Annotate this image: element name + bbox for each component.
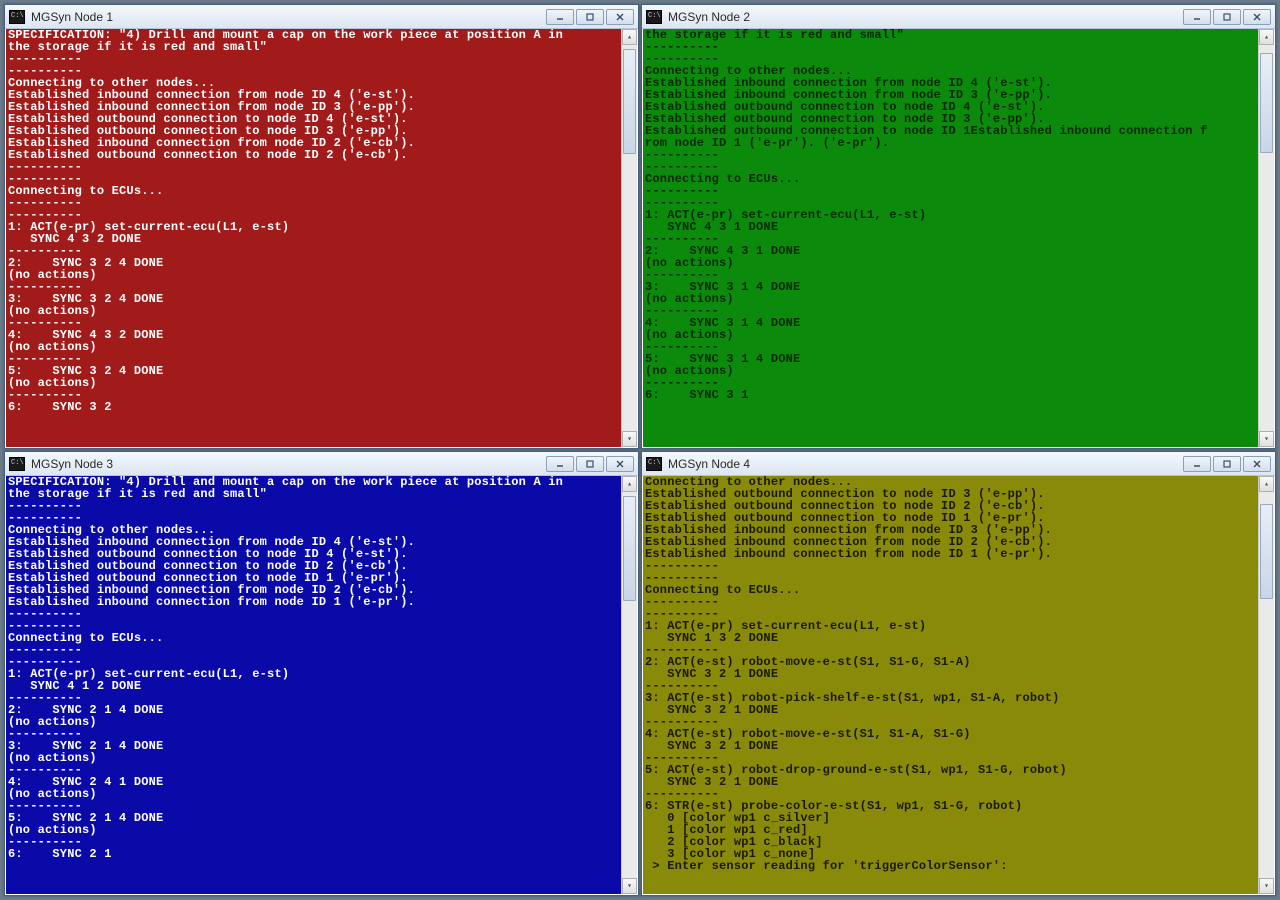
scroll-down-button[interactable]: ▾	[622, 431, 637, 447]
titlebar-node3[interactable]: MGSyn Node 3	[5, 452, 638, 476]
scroll-thumb[interactable]	[623, 496, 636, 601]
maximize-button[interactable]	[576, 456, 604, 472]
scroll-up-button[interactable]: ▴	[622, 29, 637, 45]
scroll-thumb[interactable]	[1260, 504, 1273, 599]
scroll-up-button[interactable]: ▴	[1259, 476, 1274, 492]
scrollbar[interactable]: ▴ ▾	[621, 29, 637, 447]
cmd-icon	[9, 10, 25, 24]
scrollbar[interactable]: ▴ ▾	[621, 476, 637, 894]
window-title: MGSyn Node 4	[668, 457, 1183, 471]
minimize-button[interactable]	[546, 456, 574, 472]
minimize-button[interactable]	[1183, 9, 1211, 25]
scroll-down-button[interactable]: ▾	[622, 878, 637, 894]
maximize-button[interactable]	[1213, 9, 1241, 25]
console-output: Connecting to other nodes... Established…	[643, 476, 1258, 894]
scroll-track[interactable]	[622, 492, 637, 878]
scroll-thumb[interactable]	[623, 49, 636, 154]
scroll-down-button[interactable]: ▾	[1259, 431, 1274, 447]
scroll-down-button[interactable]: ▾	[1259, 878, 1274, 894]
console-output: SPECIFICATION: "4) Drill and mount a cap…	[6, 476, 621, 894]
console-node4: Connecting to other nodes... Established…	[642, 476, 1275, 895]
maximize-button[interactable]	[576, 9, 604, 25]
window-controls	[1183, 456, 1271, 472]
scroll-up-button[interactable]: ▴	[1259, 29, 1274, 45]
cmd-icon	[646, 10, 662, 24]
console-node1: SPECIFICATION: "4) Drill and mount a cap…	[5, 29, 638, 448]
titlebar-node1[interactable]: MGSyn Node 1	[5, 5, 638, 29]
window-title: MGSyn Node 1	[31, 10, 546, 24]
close-button[interactable]	[1243, 456, 1271, 472]
console-output: SPECIFICATION: "4) Drill and mount a cap…	[6, 29, 621, 447]
window-node4: MGSyn Node 4 Connecting to other nodes..…	[641, 451, 1276, 896]
scroll-track[interactable]	[1259, 45, 1274, 431]
close-button[interactable]	[606, 456, 634, 472]
console-node3: SPECIFICATION: "4) Drill and mount a cap…	[5, 476, 638, 895]
cmd-icon	[646, 457, 662, 471]
window-controls	[1183, 9, 1271, 25]
scroll-track[interactable]	[1259, 492, 1274, 878]
titlebar-node4[interactable]: MGSyn Node 4	[642, 452, 1275, 476]
window-controls	[546, 9, 634, 25]
window-grid: MGSyn Node 1 SPECIFICATION: "4) Drill an…	[0, 0, 1280, 900]
minimize-button[interactable]	[546, 9, 574, 25]
window-title: MGSyn Node 2	[668, 10, 1183, 24]
maximize-button[interactable]	[1213, 456, 1241, 472]
titlebar-node2[interactable]: MGSyn Node 2	[642, 5, 1275, 29]
window-node2: MGSyn Node 2 the storage if it is red an…	[641, 4, 1276, 449]
console-output: the storage if it is red and small" ----…	[643, 29, 1258, 447]
scroll-up-button[interactable]: ▴	[622, 476, 637, 492]
scrollbar[interactable]: ▴ ▾	[1258, 476, 1274, 894]
scroll-thumb[interactable]	[1260, 53, 1273, 153]
minimize-button[interactable]	[1183, 456, 1211, 472]
window-node1: MGSyn Node 1 SPECIFICATION: "4) Drill an…	[4, 4, 639, 449]
window-node3: MGSyn Node 3 SPECIFICATION: "4) Drill an…	[4, 451, 639, 896]
scrollbar[interactable]: ▴ ▾	[1258, 29, 1274, 447]
window-title: MGSyn Node 3	[31, 457, 546, 471]
window-controls	[546, 456, 634, 472]
close-button[interactable]	[1243, 9, 1271, 25]
scroll-track[interactable]	[622, 45, 637, 431]
cmd-icon	[9, 457, 25, 471]
close-button[interactable]	[606, 9, 634, 25]
console-node2: the storage if it is red and small" ----…	[642, 29, 1275, 448]
